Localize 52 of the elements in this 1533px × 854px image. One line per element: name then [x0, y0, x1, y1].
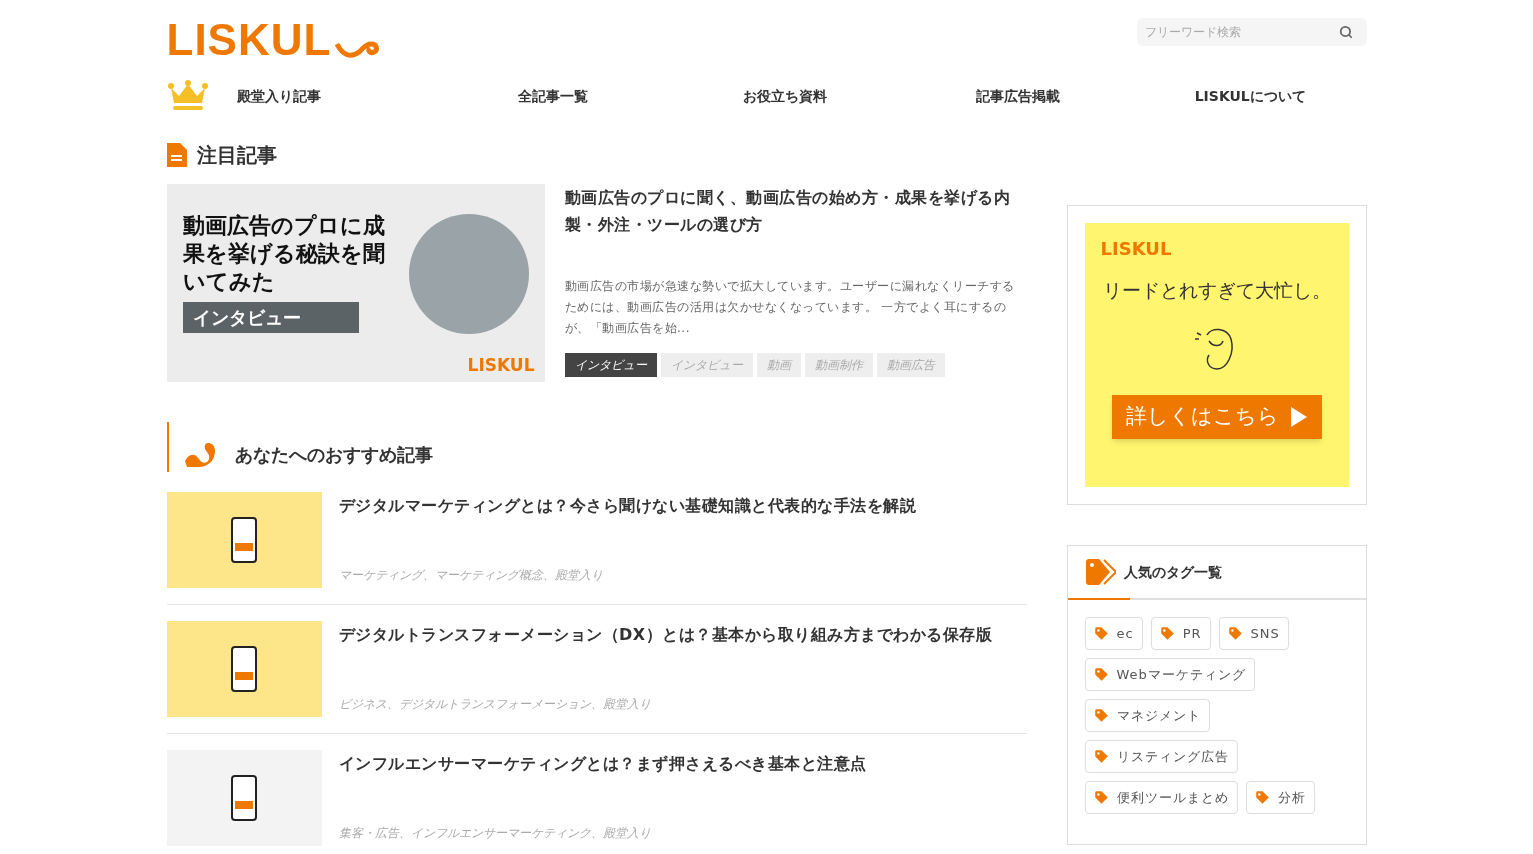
thumbnail-image[interactable]	[166, 492, 322, 588]
thumbnail-image[interactable]	[166, 621, 322, 717]
article-categories: マーケティング、マーケティング概念、殿堂入り	[338, 567, 604, 584]
article-title[interactable]: インフルエンサーマーケティングとは？まず押さえるべき基本と注意点	[338, 750, 1027, 777]
tag-chip[interactable]: ec	[1084, 617, 1143, 650]
tag-chip[interactable]: マネジメント	[1084, 699, 1210, 732]
tag-icon	[1093, 667, 1109, 682]
featured-banner[interactable]: 動画広告のプロに成果を挙げる秘訣を聞いてみた インタビュー LISKUL	[166, 184, 545, 382]
ad-brand: LISKUL	[1100, 237, 1172, 261]
section-heading: 注目記事	[196, 142, 277, 169]
tag-chip[interactable]: 分析	[1245, 781, 1315, 814]
banner-headline: 動画広告のプロに成果を挙げる秘訣を聞いてみた	[182, 212, 386, 296]
tag-icon	[1159, 626, 1175, 641]
article-title[interactable]: デジタルマーケティングとは？今さら聞けない基礎知識と代表的な手法を解説	[338, 492, 1027, 519]
article-excerpt: 動画広告の市場が急速な勢いで拡大しています。ユーザーに漏れなくリーチするためには、動画広告の活用は欠かせなくなっています。 一方でよく耳にするのが、「動画広告を始...	[564, 278, 1016, 337]
tag-chip[interactable]: PR	[1150, 617, 1211, 650]
device-icon	[231, 646, 257, 692]
tag-chip[interactable]: Webマーケティング	[1084, 658, 1255, 691]
tag-chip[interactable]: インタビュー	[564, 353, 657, 377]
tag-icon	[1227, 626, 1243, 641]
tag-icon	[1093, 626, 1109, 641]
nav-link[interactable]: お役立ち資料	[669, 85, 902, 107]
banner-label: インタビュー	[182, 302, 359, 333]
article-title[interactable]: 動画広告のプロに聞く、動画広告の始め方・成果を挙げる内製・外注・ツールの選び方	[564, 184, 1027, 238]
panel-heading: 人気のタグ一覧	[1123, 562, 1222, 582]
crown-icon	[166, 80, 209, 112]
tag-icon	[1093, 749, 1109, 764]
ad-tagline: リードとれすぎて大忙し。	[1102, 278, 1331, 303]
nav-link[interactable]: LISKULについて	[1134, 85, 1367, 107]
document-icon	[166, 143, 187, 167]
tag-chip[interactable]: リスティング広告	[1084, 740, 1238, 773]
article-categories: ビジネス、デジタルトランスフォーメーション、殿堂入り	[338, 696, 652, 713]
article-title[interactable]: デジタルトランスフォーメーション（DX）とは？基本から取り組み方までわかる保存版	[338, 621, 1027, 648]
section-heading: あなたへのおすすめ記事	[234, 442, 433, 467]
thumbnail-image[interactable]	[166, 750, 322, 846]
tag-chip[interactable]: SNS	[1218, 617, 1289, 650]
search-field[interactable]: フリーワード検索	[1136, 18, 1367, 46]
tag-icon	[1254, 790, 1270, 805]
tag-icon	[1093, 790, 1109, 805]
ad-banner[interactable]: LISKUL リードとれすぎて大忙し。 詳しくはこちら	[1084, 223, 1349, 487]
tags-icon	[1085, 559, 1116, 585]
tag-chip[interactable]: 便利ツールまとめ	[1084, 781, 1238, 814]
nav-link[interactable]: 全記事一覧	[436, 85, 669, 107]
nav-link[interactable]: 記事広告掲載	[901, 85, 1134, 107]
banner-brand: LISKUL	[467, 353, 535, 377]
device-icon	[231, 775, 257, 821]
nav-link[interactable]: 殿堂入り記事	[236, 85, 437, 107]
play-icon	[1291, 406, 1307, 427]
device-icon	[231, 517, 257, 563]
search-icon[interactable]	[1338, 25, 1353, 39]
tag-icon	[1093, 708, 1109, 723]
article-categories: 集客・広告、インフルエンサーマーケティンク、殿堂入り	[338, 825, 652, 842]
